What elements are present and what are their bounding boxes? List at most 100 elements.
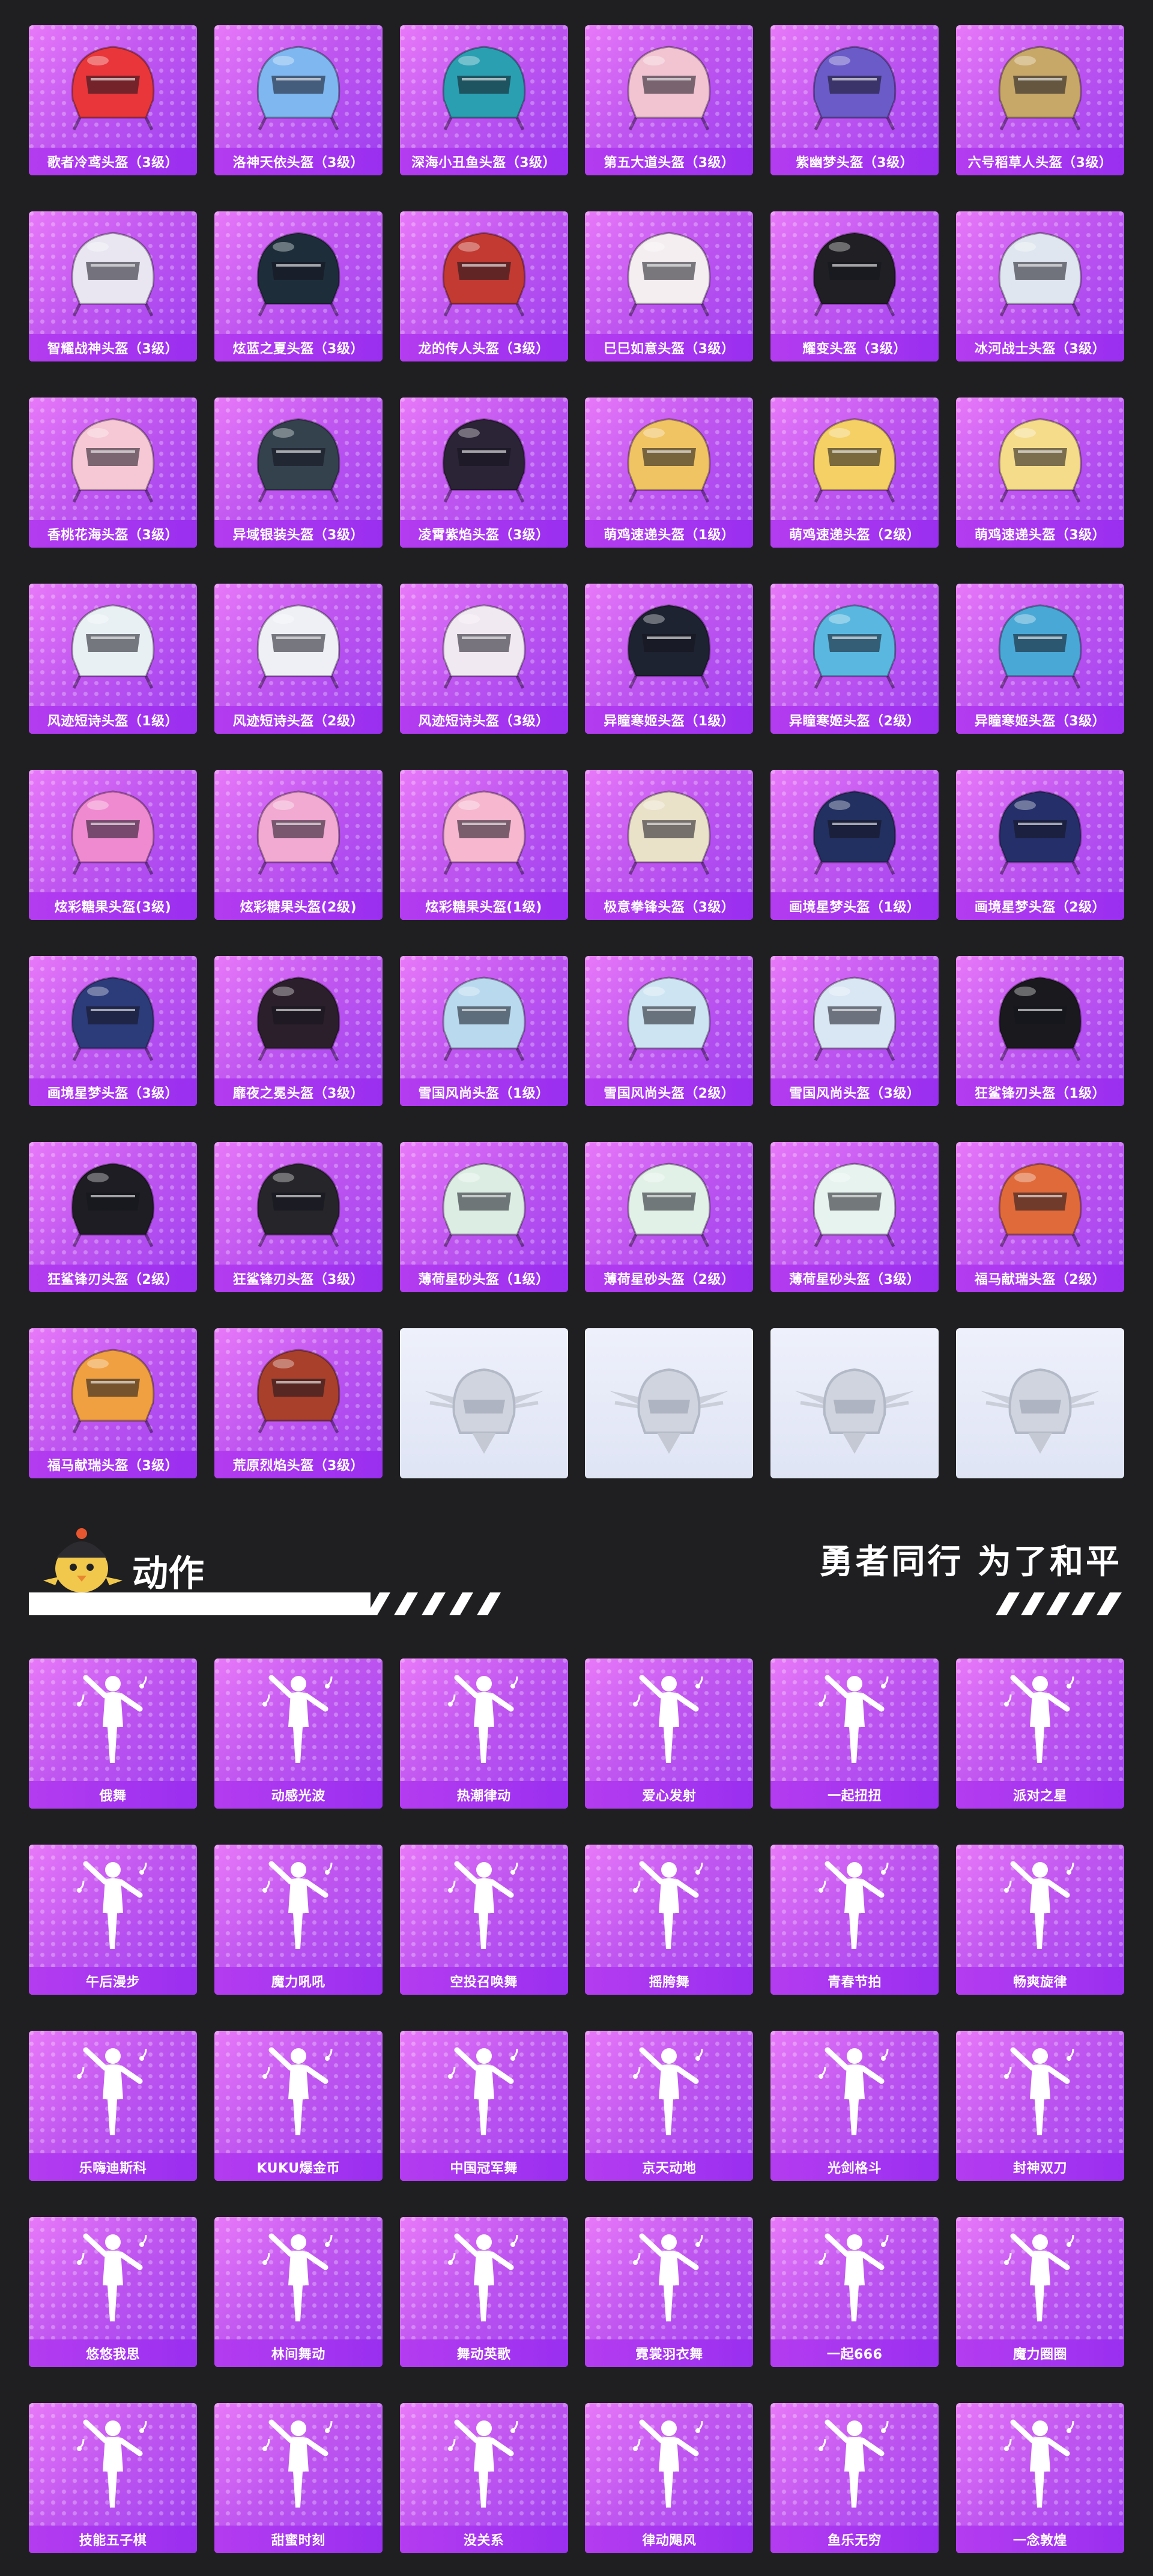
helmet-label-bar: 薄荷星砂头盔（3级） — [770, 1265, 939, 1292]
helmet-label-bar: 薄荷星砂头盔（1级） — [399, 1265, 568, 1292]
helmet-name: 紫幽梦头盔（3级） — [796, 156, 914, 171]
helmet-card[interactable]: 薄荷星砂头盔（1级） — [399, 1142, 568, 1292]
emote-card[interactable]: 乐嗨迪斯科 — [29, 2031, 197, 2181]
emote-name: 热潮律动 — [456, 1789, 511, 1804]
helmet-card[interactable]: 雪国风尚头盔（1级） — [399, 956, 568, 1106]
emote-card[interactable]: 魔力圈圈 — [955, 2217, 1124, 2367]
helmet-card[interactable]: 异瞳寒姬头盔（2级） — [770, 584, 939, 734]
helmet-card[interactable]: 狂鲨锋刃头盔（3级） — [214, 1142, 383, 1292]
emote-card[interactable]: 一起666 — [770, 2217, 939, 2367]
emote-card[interactable]: 技能五子棋 — [29, 2403, 197, 2553]
emote-card[interactable]: 没关系 — [399, 2403, 568, 2553]
helmet-card[interactable]: 六号稻草人头盔（3级） — [955, 25, 1124, 175]
emote-card[interactable]: 午后漫步 — [29, 1845, 197, 1995]
helmet-name: 第五大道头盔（3级） — [604, 156, 735, 171]
emote-card[interactable]: 畅爽旋律 — [955, 1845, 1124, 1995]
helmet-card[interactable]: 炫彩糖果头盔(2级) — [214, 770, 383, 920]
emote-card[interactable]: 京天动地 — [585, 2031, 754, 2181]
dance-figure-icon — [810, 2039, 900, 2144]
helmet-card[interactable]: 凌霄紫焰头盔（3级） — [399, 398, 568, 548]
emote-card[interactable]: 青春节拍 — [770, 1845, 939, 1995]
helmet-icon — [612, 406, 726, 510]
emote-card[interactable]: 甜蜜时刻 — [214, 2403, 383, 2553]
emote-card[interactable]: 中国冠军舞 — [399, 2031, 568, 2181]
emote-card[interactable]: 热潮律动 — [399, 1658, 568, 1809]
helmet-card[interactable]: 萌鸡速递头盔（3级） — [955, 398, 1124, 548]
helmet-card[interactable]: 智耀战神头盔（3级） — [29, 211, 197, 361]
helmet-card[interactable]: 耀变头盔（3级） — [770, 211, 939, 361]
helmet-card[interactable]: 香桃花海头盔（3级） — [29, 398, 197, 548]
helmet-card[interactable]: 福马献瑞头盔（2级） — [955, 1142, 1124, 1292]
emote-card[interactable]: 光剑格斗 — [770, 2031, 939, 2181]
emote-card[interactable]: 霓裳羽衣舞 — [585, 2217, 754, 2367]
helmet-card[interactable]: 画境星梦头盔（1级） — [770, 770, 939, 920]
helmet-card[interactable]: 画境星梦头盔（2级） — [955, 770, 1124, 920]
helmet-icon — [241, 220, 356, 324]
helmet-card[interactable]: 洛神天依头盔（3级） — [214, 25, 383, 175]
helmet-card[interactable]: 薄荷星砂头盔（3级） — [770, 1142, 939, 1292]
helmet-card[interactable]: 狂鲨锋刃头盔（1级） — [955, 956, 1124, 1106]
helmet-card[interactable]: 歌者冷鸢头盔（3级） — [29, 25, 197, 175]
helmet-card[interactable]: 异域银装头盔（3级） — [214, 398, 383, 548]
emote-card[interactable]: KUKU爆金币 — [214, 2031, 383, 2181]
helmet-card[interactable]: 异瞳寒姬头盔（3级） — [955, 584, 1124, 734]
helmet-label-bar: 第五大道头盔（3级） — [585, 148, 754, 175]
helmet-card[interactable]: 福马献瑞头盔（3级） — [29, 1328, 197, 1478]
emote-name: 动感光波 — [271, 1789, 325, 1804]
emote-card[interactable]: 空投召唤舞 — [399, 1845, 568, 1995]
dance-figure-icon — [439, 2039, 529, 2144]
helmet-card[interactable]: 风迹短诗头盔（3级） — [399, 584, 568, 734]
helmet-icon — [612, 964, 726, 1069]
helmet-card[interactable]: 龙的传人头盔（3级） — [399, 211, 568, 361]
emote-card[interactable]: 一念敦煌 — [955, 2403, 1124, 2553]
emote-name: 舞动英歌 — [456, 2347, 511, 2362]
helmet-card[interactable]: 风迹短诗头盔（2级） — [214, 584, 383, 734]
emote-card[interactable]: 一起扭扭 — [770, 1658, 939, 1809]
helmet-card[interactable]: 异瞳寒姬头盔（1级） — [585, 584, 754, 734]
helmet-card[interactable]: 狂鲨锋刃头盔（2级） — [29, 1142, 197, 1292]
helmet-card[interactable]: 雪国风尚头盔（2级） — [585, 956, 754, 1106]
helmet-card[interactable]: 薄荷星砂头盔（2级） — [585, 1142, 754, 1292]
emote-name: 鱼乐无穷 — [828, 2533, 882, 2548]
helmet-name: 炫彩糖果头盔(2级) — [240, 900, 357, 915]
helmet-card[interactable]: 雪国风尚头盔（3级） — [770, 956, 939, 1106]
helmet-card[interactable]: 萌鸡速递头盔（2级） — [770, 398, 939, 548]
helmet-card[interactable]: 炫彩糖果头盔(1级) — [399, 770, 568, 920]
emote-card[interactable]: 林间舞动 — [214, 2217, 383, 2367]
helmet-card[interactable]: 巳巳如意头盔（3级） — [585, 211, 754, 361]
helmet-icon — [983, 406, 1097, 510]
helmet-card[interactable]: 极意拳锋头盔（3级） — [585, 770, 754, 920]
emote-card[interactable]: 俄舞 — [29, 1658, 197, 1809]
emote-card[interactable]: 动感光波 — [214, 1658, 383, 1809]
emote-name: 畅爽旋律 — [1012, 1975, 1067, 1990]
helmet-card[interactable]: 炫蓝之夏头盔（3级） — [214, 211, 383, 361]
emote-card[interactable]: 舞动英歌 — [399, 2217, 568, 2367]
helmet-name: 深海小丑鱼头盔（3级） — [411, 156, 556, 171]
helmet-card[interactable]: 炫彩糖果头盔(3级) — [29, 770, 197, 920]
helmet-card[interactable]: 冰河战士头盔（3级） — [955, 211, 1124, 361]
emote-card[interactable]: 派对之星 — [955, 1658, 1124, 1809]
emote-card[interactable]: 封神双刀 — [955, 2031, 1124, 2181]
helmet-card[interactable]: 靡夜之冕头盔（3级） — [214, 956, 383, 1106]
helmet-card[interactable]: 画境星梦头盔（3级） — [29, 956, 197, 1106]
emote-name: 悠悠我思 — [85, 2347, 140, 2362]
emote-label-bar: 光剑格斗 — [770, 2153, 939, 2181]
helmet-card[interactable]: 深海小丑鱼头盔（3级） — [399, 25, 568, 175]
helmet-icon — [427, 1150, 541, 1255]
helmet-label-bar: 画境星梦头盔（1级） — [770, 892, 939, 920]
placeholder-card — [770, 1328, 939, 1478]
helmet-name: 异域银装头盔（3级） — [232, 528, 364, 543]
helmet-card[interactable]: 荒原烈焰头盔（3级） — [214, 1328, 383, 1478]
emote-card[interactable]: 爱心发射 — [585, 1658, 754, 1809]
emote-card[interactable]: 魔力吼吼 — [214, 1845, 383, 1995]
helmet-card[interactable]: 风迹短诗头盔（1级） — [29, 584, 197, 734]
emote-card[interactable]: 悠悠我思 — [29, 2217, 197, 2367]
helmet-card[interactable]: 紫幽梦头盔（3级） — [770, 25, 939, 175]
helmet-card[interactable]: 第五大道头盔（3级） — [585, 25, 754, 175]
helmet-card[interactable]: 萌鸡速递头盔（1级） — [585, 398, 754, 548]
emote-name: 律动飓风 — [642, 2533, 697, 2548]
emote-card[interactable]: 律动飓风 — [585, 2403, 754, 2553]
emote-card[interactable]: 鱼乐无穷 — [770, 2403, 939, 2553]
emote-card[interactable]: 摇胯舞 — [585, 1845, 754, 1995]
helmet-icon — [241, 1337, 356, 1441]
